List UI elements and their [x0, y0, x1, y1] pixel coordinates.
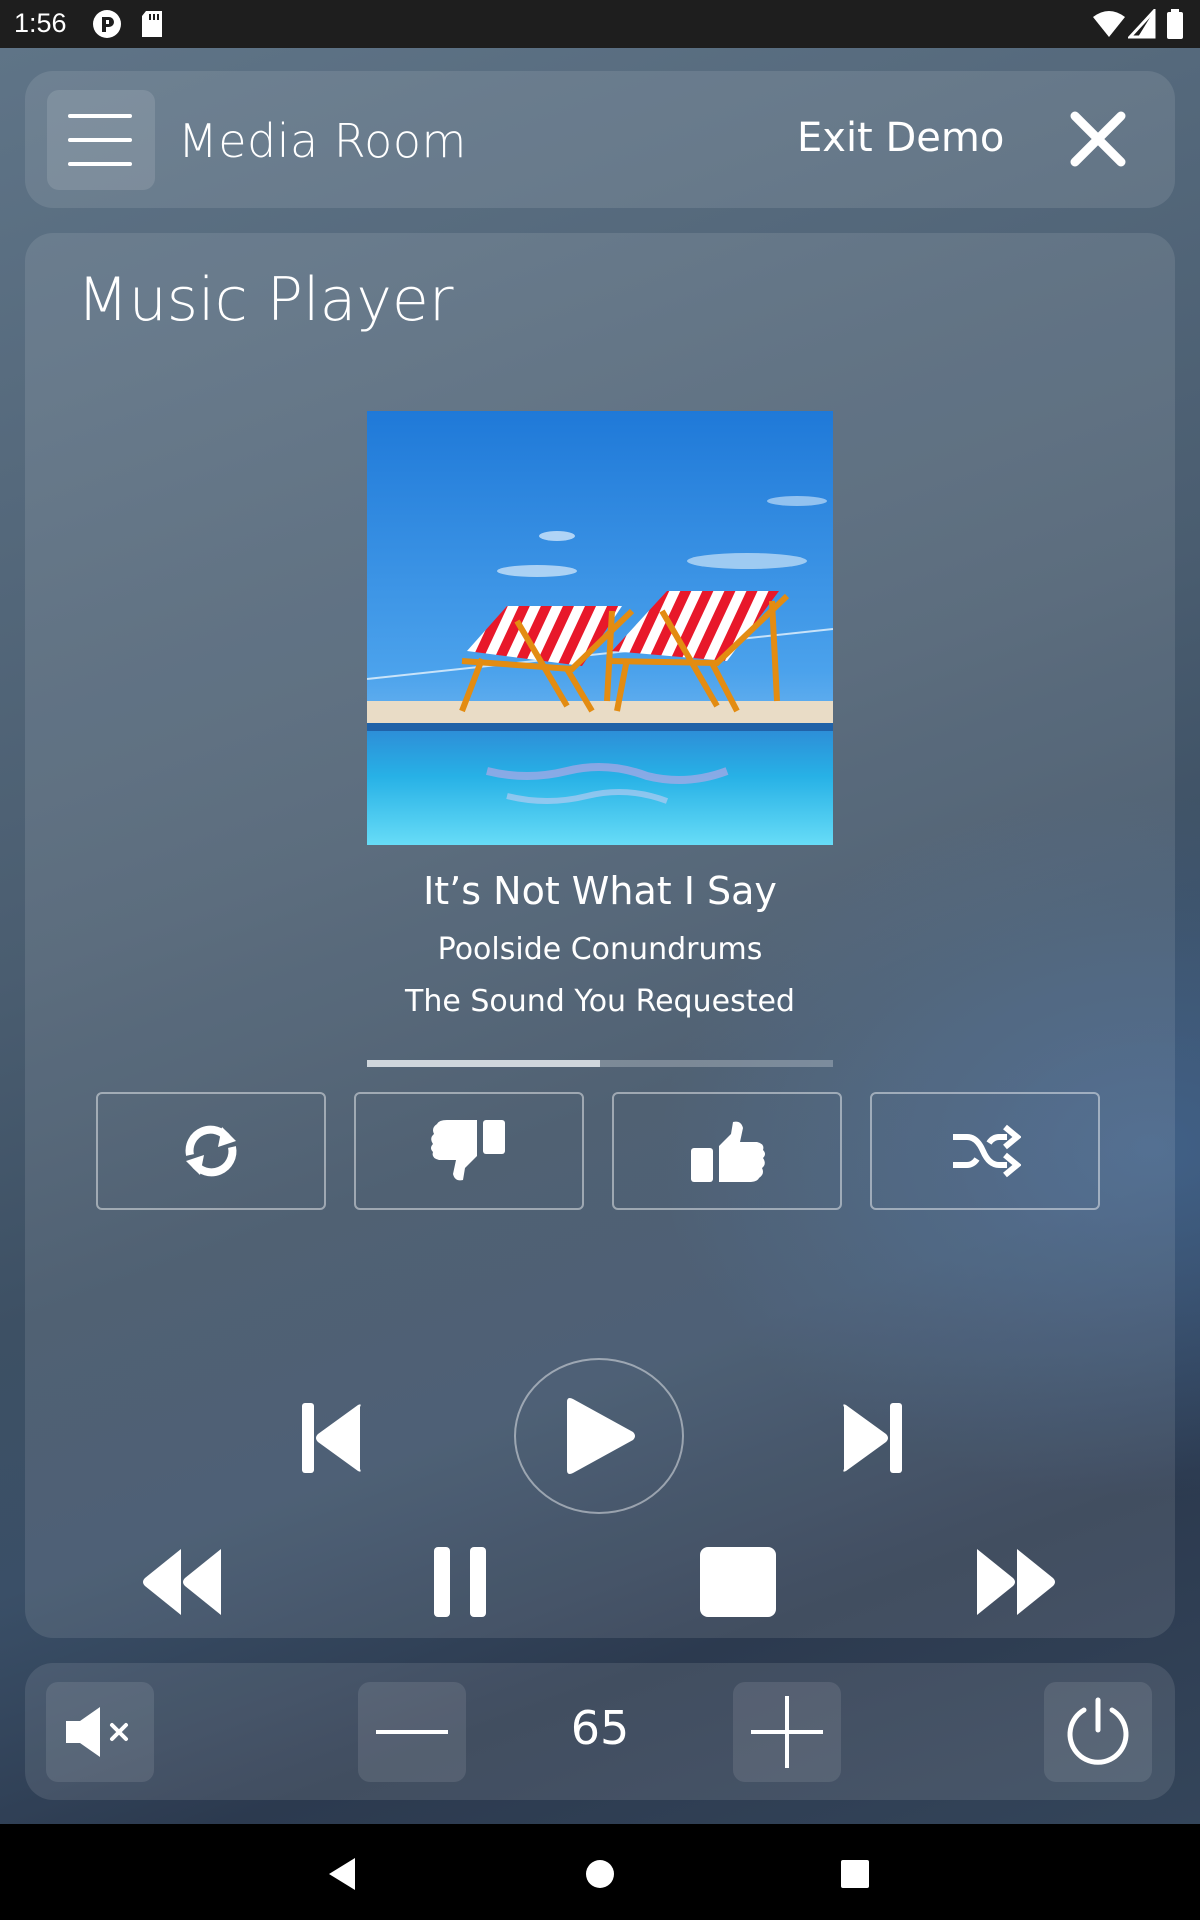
thumbs-down-button[interactable]: [354, 1092, 584, 1210]
thumbs-down-icon: [431, 1120, 505, 1181]
home-icon[interactable]: [572, 1846, 628, 1902]
power-button[interactable]: [1044, 1682, 1152, 1782]
menu-button[interactable]: [47, 90, 155, 190]
status-bar: 1:56: [0, 0, 1200, 48]
recents-icon[interactable]: [827, 1846, 883, 1902]
progress-bar[interactable]: [367, 1060, 833, 1067]
menu-icon-bar: [68, 162, 132, 166]
app-background: Media Room Exit Demo Music Player It’s N…: [0, 48, 1200, 1824]
album-art: [367, 411, 833, 845]
plus-icon: [751, 1696, 823, 1768]
play-icon: [567, 1398, 635, 1474]
rewind-button[interactable]: [137, 1537, 227, 1627]
fast-forward-icon: [977, 1549, 1055, 1615]
repeat-icon: [185, 1125, 237, 1177]
menu-icon-bar: [68, 138, 132, 142]
speaker-muted-icon: [66, 1707, 128, 1757]
app-notification-icon: [92, 9, 122, 43]
music-player-panel: Music Player It’s Not What I Say Poolsid…: [25, 233, 1175, 1638]
close-icon[interactable]: [1065, 106, 1131, 172]
stop-button[interactable]: [693, 1537, 783, 1627]
progress-fill: [367, 1060, 600, 1067]
skip-previous-icon: [302, 1403, 361, 1473]
power-icon: [1067, 1697, 1129, 1765]
shuffle-button[interactable]: [870, 1092, 1100, 1210]
thumbs-up-button[interactable]: [612, 1092, 842, 1210]
menu-icon-bar: [68, 114, 132, 118]
minus-icon: [376, 1730, 448, 1734]
battery-icon: [1166, 9, 1184, 43]
track-title: It’s Not What I Say: [423, 869, 777, 913]
system-nav-bar: [0, 1824, 1200, 1920]
pause-button[interactable]: [415, 1537, 505, 1627]
exit-demo-button[interactable]: Exit Demo: [797, 115, 1004, 161]
track-artist: Poolside Conundrums: [437, 932, 763, 967]
volume-level: 65: [570, 1701, 630, 1755]
back-icon[interactable]: [314, 1846, 370, 1902]
mute-button[interactable]: [46, 1682, 154, 1782]
sd-card-icon: [140, 9, 164, 43]
skip-next-icon: [843, 1403, 902, 1473]
cellular-signal-icon: [1126, 7, 1156, 43]
fast-forward-button[interactable]: [971, 1537, 1061, 1627]
room-title: Media Room: [178, 114, 467, 168]
volume-bar: 65: [25, 1663, 1175, 1800]
track-source: The Sound You Requested: [405, 984, 795, 1019]
repeat-button[interactable]: [96, 1092, 326, 1210]
player-title: Music Player: [77, 265, 454, 335]
status-time: 1:56: [14, 8, 67, 38]
shuffle-icon: [953, 1124, 1021, 1178]
rewind-icon: [143, 1549, 221, 1615]
volume-up-button[interactable]: [733, 1682, 841, 1782]
volume-down-button[interactable]: [358, 1682, 466, 1782]
skip-next-button[interactable]: [827, 1393, 917, 1483]
skip-previous-button[interactable]: [287, 1393, 377, 1483]
wifi-icon: [1092, 9, 1126, 43]
thumbs-up-icon: [691, 1121, 765, 1182]
pause-icon: [434, 1547, 486, 1617]
header-bar: Media Room Exit Demo: [25, 71, 1175, 208]
stop-icon: [700, 1547, 776, 1617]
play-button[interactable]: [514, 1358, 684, 1514]
